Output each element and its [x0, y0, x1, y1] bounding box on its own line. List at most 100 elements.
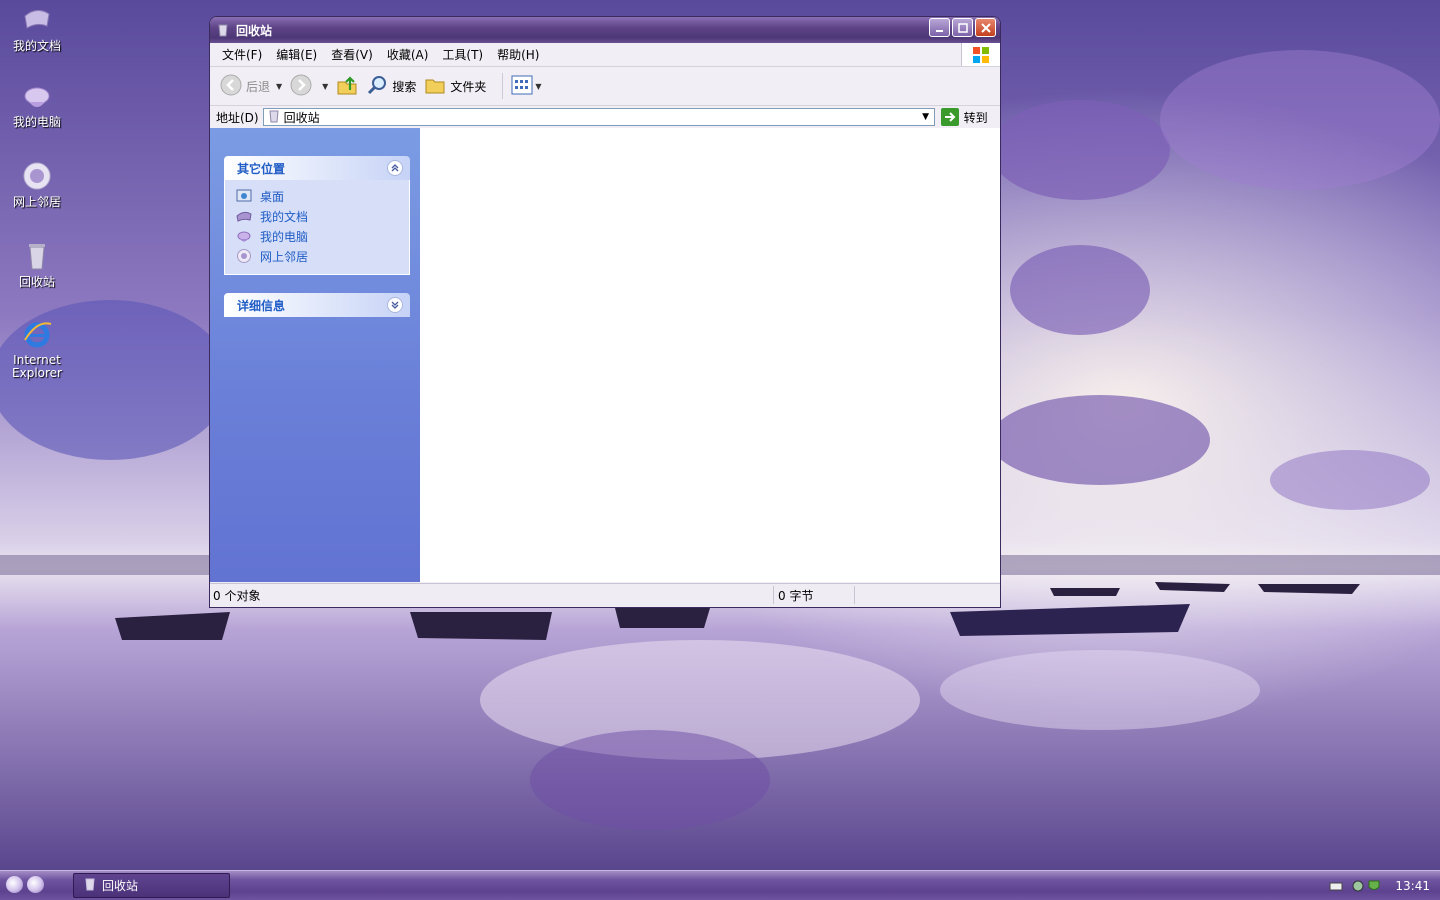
network-places-icon: [236, 248, 252, 264]
toolbar: 后退 ▼ ▼ 搜索 文件夹 ▼: [210, 67, 1000, 106]
security-icon[interactable]: [1367, 879, 1381, 893]
toolbar-separator: [502, 73, 504, 99]
start-orb-icon: [27, 876, 44, 893]
address-input[interactable]: 回收站 ▼: [262, 108, 935, 126]
windows-logo-icon: [961, 43, 1000, 66]
other-places-panel: 其它位置 桌面 我的文档 我的电脑 网上邻居: [224, 156, 410, 275]
recycle-bin-icon: [84, 877, 96, 894]
start-button[interactable]: [6, 876, 44, 893]
taskbar-button-label: 回收站: [102, 879, 139, 893]
forward-arrow-icon: [290, 74, 312, 99]
place-link-my-documents[interactable]: 我的文档: [236, 206, 409, 226]
place-link-desktop[interactable]: 桌面: [236, 186, 409, 206]
expand-chevron-icon[interactable]: [387, 297, 403, 313]
details-panel: 详细信息: [224, 293, 410, 317]
place-link-label: 网上邻居: [260, 249, 309, 264]
desktop-icon-label: 我的电脑: [12, 115, 61, 129]
recycle-bin-icon: [216, 23, 230, 37]
desktop-icon-internet-explorer[interactable]: Internet Explorer: [0, 318, 74, 380]
address-dropdown-icon[interactable]: ▼: [918, 109, 934, 125]
up-folder-button[interactable]: [336, 74, 358, 99]
back-dropdown-icon[interactable]: ▼: [276, 82, 282, 91]
network-status-icon[interactable]: [1351, 879, 1365, 893]
back-arrow-icon: [220, 74, 242, 99]
window-content: 其它位置 桌面 我的文档 我的电脑 网上邻居 详细信息: [210, 128, 1000, 582]
go-button[interactable]: 转到: [940, 108, 988, 126]
minimize-icon: [935, 29, 943, 32]
folders-label: 文件夹: [450, 79, 487, 94]
other-places-body: 桌面 我的文档 我的电脑 网上邻居: [224, 180, 410, 275]
menu-help[interactable]: 帮助(H): [490, 46, 546, 63]
details-header[interactable]: 详细信息: [224, 293, 410, 317]
forward-button[interactable]: ▼: [290, 74, 328, 99]
desktop-icon-label: 回收站: [18, 275, 55, 289]
close-icon: [980, 22, 991, 33]
recycle-bin-icon: [268, 109, 280, 126]
folder-icon: [424, 74, 446, 99]
my-computer-icon: [21, 80, 53, 112]
keyboard-icon[interactable]: [1329, 879, 1343, 893]
my-documents-icon: [236, 208, 252, 224]
search-button[interactable]: 搜索: [366, 74, 416, 99]
place-link-label: 桌面: [260, 189, 285, 204]
recycle-bin-icon: [21, 240, 53, 272]
search-label: 搜索: [392, 79, 417, 94]
recycle-bin-window: 回收站 文件(F) 编辑(E) 查看(V) 收藏(A) 工具(T) 帮助(H): [209, 16, 1001, 608]
place-link-network[interactable]: 网上邻居: [236, 246, 409, 266]
menu-tools[interactable]: 工具(T): [435, 46, 490, 63]
back-label: 后退: [246, 79, 271, 94]
restore-icon: [957, 22, 968, 33]
clock[interactable]: 13:41: [1395, 879, 1430, 893]
task-pane: 其它位置 桌面 我的文档 我的电脑 网上邻居 详细信息: [210, 128, 420, 582]
address-value: 回收站: [283, 110, 320, 125]
menu-view[interactable]: 查看(V): [324, 46, 380, 63]
desktop-icon-label: Explorer: [12, 366, 62, 380]
desktop-icon-my-documents[interactable]: 我的文档: [0, 4, 74, 53]
start-orb-icon: [6, 876, 23, 893]
desktop-icon-my-computer[interactable]: 我的电脑: [0, 80, 74, 129]
other-places-header[interactable]: 其它位置: [224, 156, 410, 180]
desktop-icon: [236, 188, 252, 204]
taskbar: 回收站 13:41: [0, 870, 1440, 900]
address-label: 地址(D): [216, 110, 259, 125]
other-places-title: 其它位置: [237, 161, 286, 176]
title-bar[interactable]: 回收站: [210, 17, 1000, 43]
forward-dropdown-icon[interactable]: ▼: [322, 82, 328, 91]
my-documents-icon: [21, 4, 53, 36]
window-title: 回收站: [236, 23, 273, 38]
internet-explorer-icon: [21, 318, 53, 350]
place-link-label: 我的电脑: [260, 229, 309, 244]
details-title: 详细信息: [237, 298, 286, 313]
go-arrow-icon: [940, 108, 959, 126]
minimize-button[interactable]: [929, 18, 950, 37]
views-button[interactable]: ▼: [511, 75, 542, 98]
search-icon: [366, 74, 388, 99]
back-button[interactable]: 后退 ▼: [220, 74, 282, 99]
desktop-icon-network[interactable]: 网上邻居: [0, 160, 74, 209]
menu-favorites[interactable]: 收藏(A): [380, 46, 436, 63]
maximize-button[interactable]: [952, 18, 973, 37]
desktop-icon-label: 我的文档: [12, 39, 61, 53]
menu-bar: 文件(F) 编辑(E) 查看(V) 收藏(A) 工具(T) 帮助(H): [210, 43, 1000, 67]
place-link-my-computer[interactable]: 我的电脑: [236, 226, 409, 246]
network-places-icon: [21, 160, 53, 192]
system-tray: 13:41: [1321, 871, 1440, 900]
views-dropdown-icon[interactable]: ▼: [535, 82, 541, 91]
address-bar: 地址(D) 回收站 ▼ 转到: [210, 106, 1000, 129]
up-folder-icon: [336, 74, 358, 99]
go-label: 转到: [963, 110, 988, 125]
status-bar: 0 个对象 0 字节: [210, 583, 1000, 606]
collapse-chevron-icon[interactable]: [387, 160, 403, 176]
views-icon: [511, 75, 533, 98]
menu-file[interactable]: 文件(F): [215, 46, 269, 63]
file-list-area[interactable]: [420, 128, 1000, 582]
menu-edit[interactable]: 编辑(E): [269, 46, 324, 63]
folders-button[interactable]: 文件夹: [424, 74, 486, 99]
my-computer-icon: [236, 228, 252, 244]
status-size: 0 字节: [778, 588, 814, 603]
close-button[interactable]: [975, 18, 996, 37]
desktop-icon-label: 网上邻居: [12, 195, 61, 209]
taskbar-button-recycle-bin[interactable]: 回收站: [73, 873, 230, 898]
desktop-icon-recycle-bin[interactable]: 回收站: [0, 240, 74, 289]
status-object-count: 0 个对象: [213, 588, 261, 603]
